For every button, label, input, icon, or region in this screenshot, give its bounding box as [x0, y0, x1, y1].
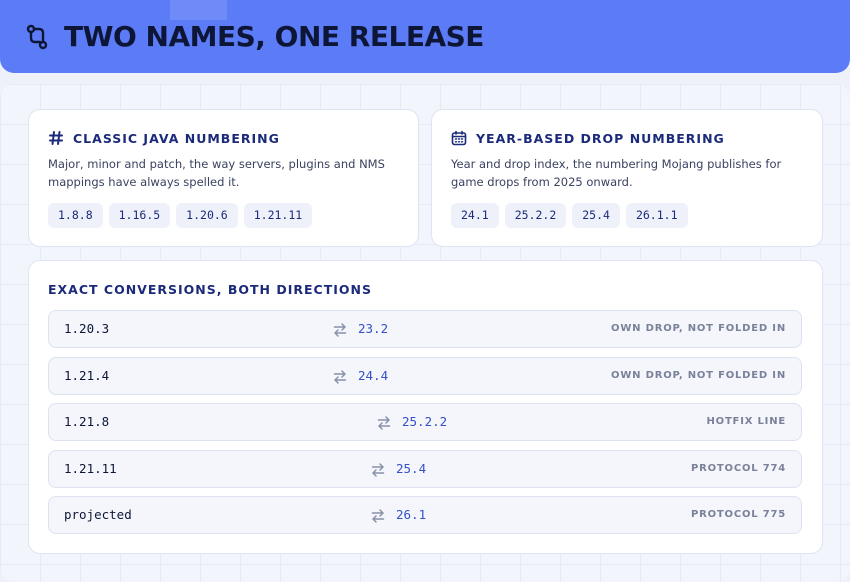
- swap-arrows-icon: [371, 508, 385, 523]
- version-chip[interactable]: 25.2.2: [504, 203, 567, 228]
- hash-icon: [48, 130, 64, 146]
- yearbased-chip-list: 24.1 25.2.2 25.4 26.1.1: [451, 203, 688, 228]
- classic-description: Major, minor and patch, the way servers,…: [48, 157, 385, 189]
- version-chip[interactable]: 26.1.1: [625, 203, 688, 228]
- version-chip[interactable]: 1.8.8: [48, 203, 103, 228]
- year-based-numbering-card: YEAR-BASED DROP NUMBERING Year and drop …: [431, 109, 823, 247]
- conversions-title: EXACT CONVERSIONS, BOTH DIRECTIONS: [48, 282, 372, 297]
- yearbased-card-title: YEAR-BASED DROP NUMBERING: [451, 130, 725, 146]
- year-version: 26.1: [396, 507, 427, 522]
- swap-arrows-icon: [333, 369, 347, 384]
- swap-arrows-icon: [333, 322, 347, 337]
- page-title: TWO NAMES, ONE RELEASE: [64, 20, 484, 53]
- app-header: TWO NAMES, ONE RELEASE: [0, 0, 850, 73]
- classic-version: 1.20.3: [64, 321, 110, 336]
- conversion-note: HOTFIX LINE: [706, 416, 786, 427]
- conversion-row[interactable]: 1.20.3 23.2 OWN DROP, NOT FOLDED IN: [48, 310, 802, 348]
- header-accent: [170, 0, 227, 20]
- yearbased-title-text: YEAR-BASED DROP NUMBERING: [476, 130, 725, 146]
- classic-card-title: CLASSIC JAVA NUMBERING: [48, 130, 280, 146]
- classic-version: 1.21.8: [64, 414, 110, 429]
- version-chip[interactable]: 24.1: [451, 203, 499, 228]
- conversions-card: EXACT CONVERSIONS, BOTH DIRECTIONS 1.20.…: [28, 260, 823, 554]
- conversion-note: PROTOCOL 774: [690, 463, 786, 474]
- classic-numbering-card: CLASSIC JAVA NUMBERING Major, minor and …: [28, 109, 419, 247]
- conversion-row[interactable]: 1.21.11 25.4 PROTOCOL 774: [48, 450, 802, 488]
- year-version: 24.4: [358, 368, 389, 383]
- yearbased-description: Year and drop index, the numbering Mojan…: [451, 157, 782, 189]
- conversion-row[interactable]: projected 26.1 PROTOCOL 775: [48, 496, 802, 534]
- conversion-note: OWN DROP, NOT FOLDED IN: [611, 323, 786, 334]
- swap-arrows-icon: [371, 462, 385, 477]
- branch-icon: [26, 24, 50, 50]
- classic-title-text: CLASSIC JAVA NUMBERING: [73, 130, 280, 146]
- year-version: 25.4: [396, 461, 427, 476]
- version-chip[interactable]: 1.20.6: [176, 203, 238, 228]
- calendar-icon: [451, 130, 467, 146]
- year-version: 25.2.2: [402, 414, 448, 429]
- conversion-note: PROTOCOL 775: [690, 509, 786, 520]
- conversion-row[interactable]: 1.21.8 25.2.2 HOTFIX LINE: [48, 403, 802, 441]
- swap-arrows-icon: [377, 415, 391, 430]
- year-version: 23.2: [358, 321, 389, 336]
- version-chip[interactable]: 1.16.5: [108, 203, 171, 228]
- classic-version: 1.21.11: [64, 461, 117, 476]
- version-chip[interactable]: 25.4: [572, 203, 620, 228]
- classic-version: projected: [64, 507, 132, 522]
- classic-version: 1.21.4: [64, 368, 110, 383]
- conversion-row[interactable]: 1.21.4 24.4 OWN DROP, NOT FOLDED IN: [48, 357, 802, 395]
- classic-chip-list: 1.8.8 1.16.5 1.20.6 1.21.11: [48, 203, 313, 228]
- version-chip[interactable]: 1.21.11: [243, 203, 313, 228]
- conversion-note: OWN DROP, NOT FOLDED IN: [611, 370, 786, 381]
